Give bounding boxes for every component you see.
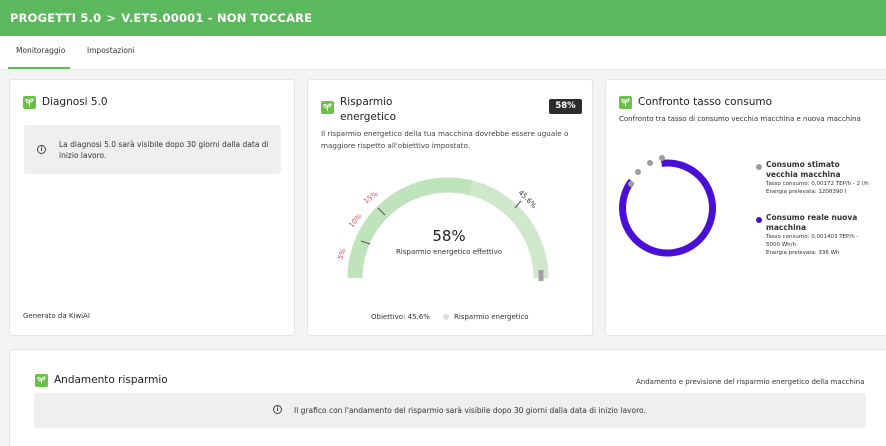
top-bar: PROGETTI 5.0 > V.ETS.00001 - NON TOCCARE [0,0,886,36]
legend-swatch [443,314,449,320]
breadcrumb: PROGETTI 5.0 > V.ETS.00001 - NON TOCCARE [10,11,312,25]
diagnosi-card: Diagnosi 5.0 i La diagnosi 5.0 sarà visi… [9,79,295,336]
andamento-card: Andamento risparmio Andamento e previsio… [9,349,886,446]
old-machine-dot [659,155,665,161]
gauge-caption: Risparmio energetico effettivo [396,248,502,256]
target-label: Obiettivo: 45.6% [371,313,430,321]
old-machine-legend[interactable]: Consumo stimato vecchia macchina Tasso c… [766,160,874,196]
diagnosi-title: Diagnosi 5.0 [42,96,108,108]
old-machine-swatch [756,164,762,170]
risparmio-card: Risparmio energetico 58% Il risparmio en… [307,79,593,336]
tab-impostazioni[interactable]: Impostazioni [87,46,135,55]
old-machine-dot [628,181,634,187]
active-tab-indicator [8,67,70,69]
old-machine-rate: Tasso consumo: 0,00172 TEP/h - 2 l/h [766,181,869,187]
new-machine-name: Consumo reale nuova macchina [766,213,858,232]
diagnosi-info-box: i La diagnosi 5.0 sarà visibile dopo 30 … [24,125,281,174]
info-icon: i [37,145,46,154]
andamento-subtitle: Andamento e previsione del risparmio ene… [636,378,865,386]
tab-monitoraggio[interactable]: Monitoraggio [16,46,65,55]
gauge-value: 58% [432,227,465,245]
old-machine-dot [647,160,653,166]
andamento-info-box: i Il grafico con l'andamento del risparm… [34,393,866,428]
confronto-card: Confronto tasso consumo Confronto tra ta… [605,79,886,336]
old-machine-dot [635,169,641,175]
energy-gauge: 5% 10% 15% 45.6% 58% Risparmio energetic… [336,177,549,281]
tab-bar: Monitoraggio Impostazioni [0,36,886,70]
info-icon: i [273,405,282,414]
diagnosi-info-text: La diagnosi 5.0 sarà visibile dopo 30 gi… [59,140,269,160]
breadcrumb-separator: > [106,11,117,25]
old-machine-energy: Energia prelevata: 1200390 l [766,189,847,195]
new-machine-swatch [756,217,762,223]
breadcrumb-section[interactable]: PROGETTI 5.0 [10,11,101,25]
new-machine-legend[interactable]: Consumo reale nuova macchina Tasso consu… [766,213,874,257]
legend-label[interactable]: Risparmio energetico [454,313,529,321]
old-machine-name: Consumo stimato vecchia macchina [766,160,841,179]
new-machine-energy: Energia prelevata: 336 Wh [766,250,840,256]
andamento-title: Andamento risparmio [54,374,168,386]
leaf-icon [35,374,48,387]
consumption-donut [619,155,716,257]
new-machine-ring [619,159,716,257]
generated-by: Generato da KiwiAI [23,312,90,320]
tick-15-label: 15% [362,189,379,205]
andamento-info-text: Il grafico con l'andamento del risparmio… [294,406,646,415]
tick-target-label: 45.6% [517,189,539,211]
tick-5-label: 5% [336,247,347,260]
tick-10-label: 10% [347,212,363,229]
new-machine-rate: Tasso consumo: 0,001403 TEP/h - 5000 Wh/… [766,234,859,248]
leaf-icon [23,96,36,109]
breadcrumb-project: V.ETS.00001 - NON TOCCARE [121,11,313,25]
